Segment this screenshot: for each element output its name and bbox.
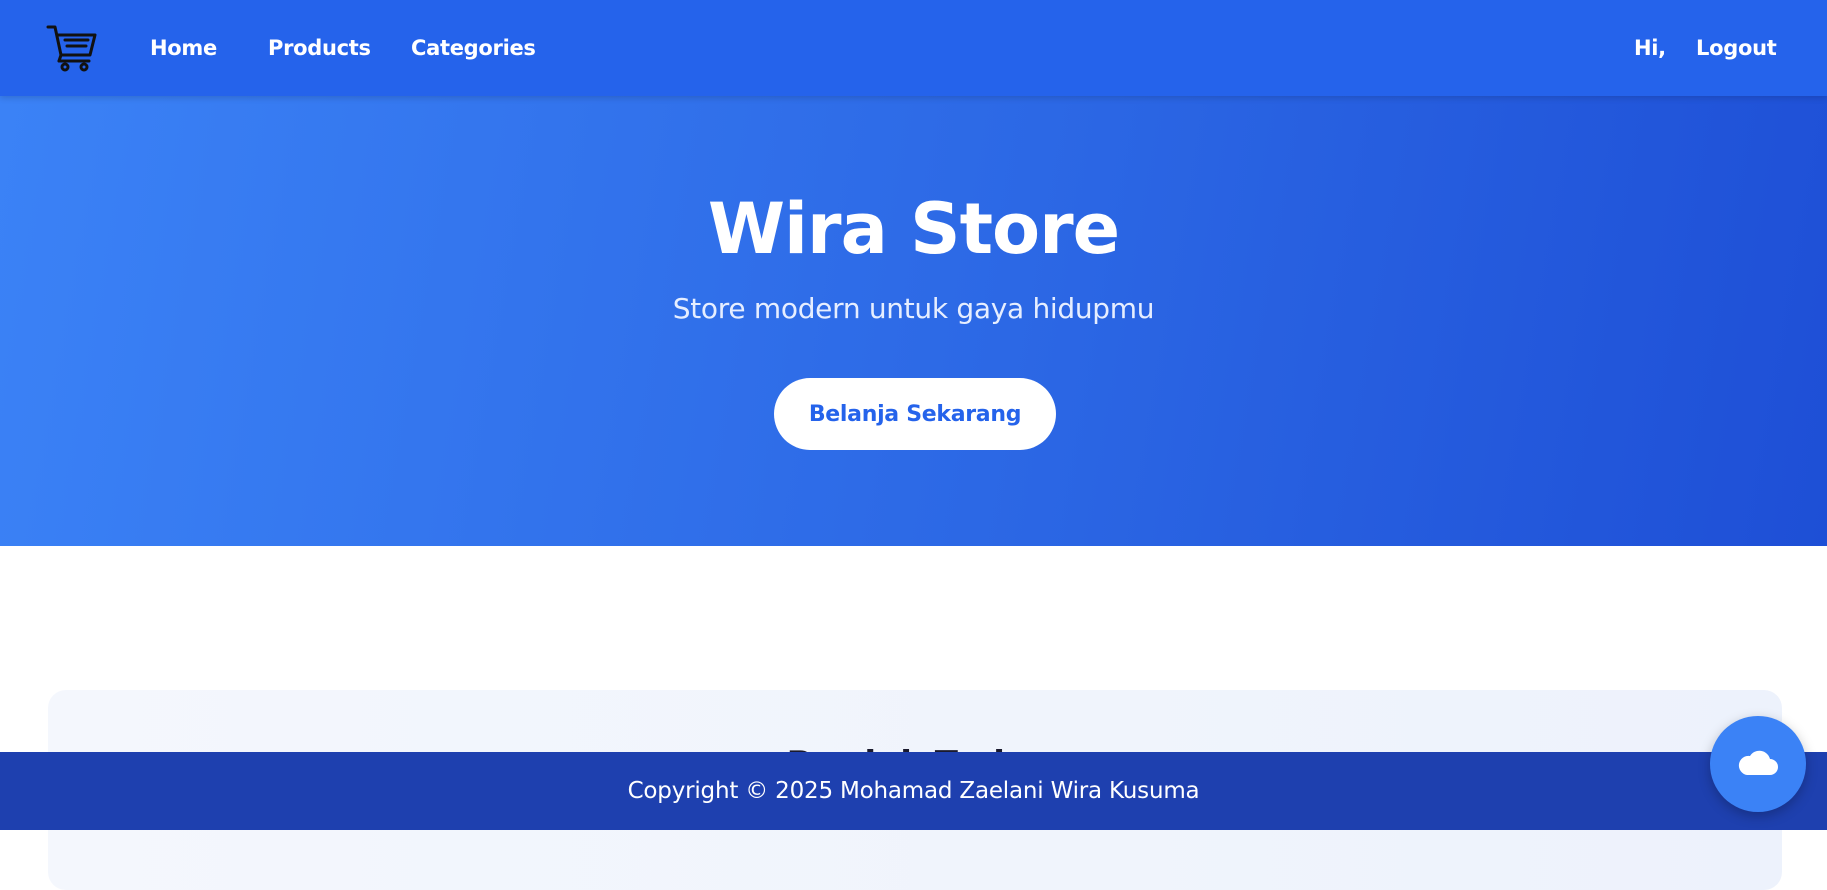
nav-home-link[interactable]: Home: [150, 36, 217, 60]
nav-products-link[interactable]: Products: [268, 36, 371, 60]
footer: Copyright © 2025 Mohamad Zaelani Wira Ku…: [0, 752, 1827, 830]
cloud-icon: [1737, 749, 1779, 780]
footer-copyright: Copyright © 2025 Mohamad Zaelani Wira Ku…: [627, 778, 1200, 804]
cloud-fab-button[interactable]: [1710, 716, 1806, 812]
logout-link[interactable]: Logout: [1696, 36, 1777, 60]
hero-banner: Wira Store Store modern untuk gaya hidup…: [0, 96, 1827, 546]
hero-subtitle: Store modern untuk gaya hidupmu: [672, 292, 1155, 325]
nav-categories-link[interactable]: Categories: [411, 36, 536, 60]
user-greeting: Hi,: [1634, 36, 1666, 60]
shop-now-button[interactable]: Belanja Sekarang: [774, 378, 1056, 450]
hero-title: Wira Store: [707, 188, 1120, 270]
top-navbar: Home Products Categories Hi, Logout: [0, 0, 1827, 96]
shopping-cart-icon[interactable]: [46, 24, 98, 72]
